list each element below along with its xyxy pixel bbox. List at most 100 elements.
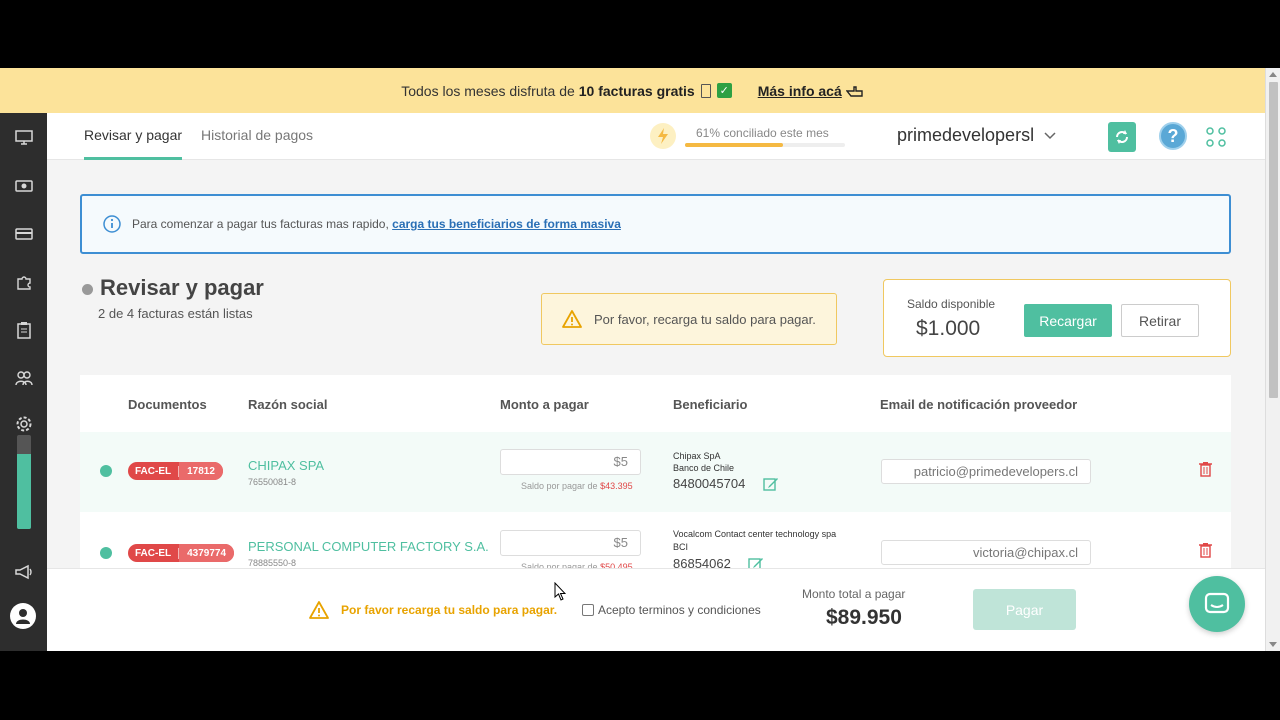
balance-label: Saldo disponible [907, 297, 996, 311]
col-header-email: Email de notificación proveedor [880, 397, 1078, 412]
sidebar [0, 113, 47, 651]
pay-button[interactable]: Pagar [973, 589, 1076, 630]
invoice-table: Documentos Razón social Monto a pagar Be… [80, 375, 1231, 575]
saldo-value: $43.395 [600, 481, 633, 491]
promo-bold-text: 10 facturas gratis [578, 82, 695, 99]
conciliation-progress-fill [685, 143, 783, 147]
company-selector[interactable]: primedevelopersl [897, 125, 1056, 146]
doc-number: 17812 [179, 462, 223, 480]
promo-bar: Todos los meses disfruta de 10 facturas … [0, 68, 1265, 113]
balance-card: Saldo disponible $1.000 Recargar Retirar [883, 279, 1231, 357]
puzzle-icon[interactable] [13, 271, 34, 292]
checkbox-box[interactable] [582, 604, 594, 616]
help-button[interactable]: ? [1159, 122, 1187, 150]
status-dot [82, 284, 93, 295]
card-icon[interactable] [13, 223, 34, 244]
col-header-razon-social: Razón social [248, 397, 328, 412]
document-badge[interactable]: FAC-EL 4379774 [128, 544, 235, 562]
warning-icon [309, 601, 329, 619]
document-badge[interactable]: FAC-EL 17812 [128, 462, 223, 480]
conciliation-label: 61% conciliado este mes [696, 126, 829, 140]
lightning-icon [650, 123, 676, 149]
row-status-dot [100, 547, 112, 559]
sidebar-progress-fill [17, 453, 31, 529]
apps-grid-icon[interactable] [1205, 126, 1227, 148]
document-icon [700, 83, 711, 98]
company-link[interactable]: PERSONAL COMPUTER FACTORY S.A. [248, 539, 489, 554]
scrollbar-thumb[interactable] [1269, 82, 1278, 398]
company-link[interactable]: CHIPAX SPA [248, 458, 324, 473]
withdraw-button[interactable]: Retirar [1121, 304, 1199, 337]
vertical-scrollbar[interactable] [1265, 68, 1280, 651]
info-icon [103, 215, 121, 233]
user-avatar-icon[interactable] [10, 603, 36, 629]
company-rut: 78885550-8 [248, 558, 297, 568]
more-info-link[interactable]: Más info acá [758, 83, 864, 99]
users-icon[interactable] [13, 367, 34, 388]
payment-footer: Por favor recarga tu saldo para pagar. A… [47, 568, 1265, 651]
trash-icon[interactable] [1198, 542, 1213, 558]
table-row: FAC-EL 17812 CHIPAX SPA 76550081-8 $5 Sa… [80, 432, 1231, 512]
bulk-beneficiaries-link[interactable]: carga tus beneficiarios de forma masiva [392, 217, 621, 231]
scroll-down-arrow[interactable] [1269, 642, 1277, 647]
page-subtitle: 2 de 4 facturas están listas [98, 306, 253, 321]
doc-number: 4379774 [179, 544, 235, 562]
terms-checkbox[interactable]: Acepto terminos y condiciones [582, 603, 761, 617]
megaphone-icon[interactable] [13, 561, 34, 582]
sidebar-progress [17, 435, 31, 529]
page-title: Revisar y pagar [100, 275, 264, 300]
top-header: Revisar y pagar Historial de pagos 61% c… [47, 113, 1265, 160]
beneficiary-bank: Banco de Chile [673, 463, 735, 473]
total-label: Monto total a pagar [802, 587, 906, 601]
beneficiary-name: Vocalcom Contact center technology spa [673, 529, 837, 539]
sync-button[interactable] [1108, 122, 1136, 152]
col-header-beneficiario: Beneficiario [673, 397, 748, 412]
gear-icon[interactable] [13, 413, 34, 434]
footer-warning-text: Por favor recarga tu saldo para pagar. [341, 603, 558, 617]
chevron-down-icon [1044, 131, 1056, 139]
company-rut: 76550081-8 [248, 477, 297, 487]
chat-icon [1204, 592, 1230, 614]
footer-warning: Por favor recarga tu saldo para pagar. [309, 601, 557, 619]
info-banner: Para comenzar a pagar tus facturas mas r… [80, 194, 1231, 254]
company-name: primedevelopersl [897, 125, 1035, 145]
tab-historial-de-pagos[interactable]: Historial de pagos [201, 113, 313, 160]
amount-input[interactable]: $5 [500, 449, 641, 475]
email-input[interactable]: patricio@primedevelopers.cl [881, 459, 1091, 484]
balance-value: $1.000 [916, 317, 981, 340]
recharge-warning: Por favor, recarga tu saldo para pagar. [541, 293, 837, 345]
app-window: Todos los meses disfruta de 10 facturas … [0, 68, 1280, 651]
row-status-dot [100, 465, 112, 477]
info-banner-text: Para comenzar a pagar tus facturas mas r… [132, 217, 389, 231]
doc-type: FAC-EL [128, 547, 180, 559]
checkmark-icon: ✓ [716, 83, 732, 98]
promo-text: Todos los meses disfruta de [401, 82, 575, 99]
tab-revisar-y-pagar[interactable]: Revisar y pagar [84, 113, 183, 160]
recharge-button[interactable]: Recargar [1024, 304, 1112, 337]
more-info-label: Más info acá [757, 82, 842, 99]
clipboard-icon[interactable] [13, 319, 34, 340]
beneficiary-account: 8480045704 [673, 476, 746, 491]
recharge-warning-text: Por favor, recarga tu saldo para pagar. [594, 311, 816, 327]
scroll-up-arrow[interactable] [1269, 72, 1277, 77]
warning-icon [562, 310, 582, 328]
table-row: FAC-EL 4379774 PERSONAL COMPUTER FACTORY… [80, 513, 1231, 575]
beneficiary-name: Chipax SpA [673, 451, 721, 461]
saldo-label: Saldo por pagar de [521, 481, 598, 491]
monitor-icon[interactable] [13, 127, 34, 148]
beneficiary-bank: BCI [673, 542, 689, 552]
terms-label: Acepto terminos y condiciones [598, 603, 761, 617]
mouse-cursor-icon [554, 582, 566, 601]
amount-input[interactable]: $5 [500, 530, 641, 556]
total-value: $89.950 [826, 606, 902, 629]
col-header-documentos: Documentos [128, 397, 207, 412]
pointing-hand-icon [845, 85, 863, 97]
col-header-monto: Monto a pagar [500, 397, 589, 412]
trash-icon[interactable] [1198, 461, 1213, 477]
email-input[interactable]: victoria@chipax.cl [881, 540, 1091, 565]
edit-icon[interactable] [763, 476, 779, 492]
money-icon[interactable] [13, 175, 34, 196]
saldo-text: Saldo por pagar de $43.395 [521, 481, 633, 491]
chat-button[interactable] [1189, 576, 1245, 632]
sync-icon [1116, 130, 1128, 144]
